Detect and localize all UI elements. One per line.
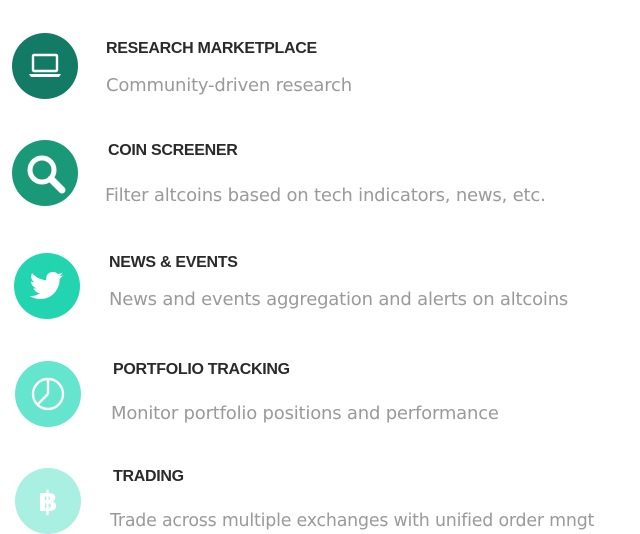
bitcoin-icon: ฿ [38, 485, 57, 518]
trading-icon-badge: ฿ [15, 468, 81, 534]
feature-title: RESEARCH MARKETPLACE [106, 40, 317, 57]
feature-description: Filter altcoins based on tech indicators… [105, 185, 546, 206]
twitter-bird-icon [30, 271, 64, 300]
feature-description: Community-driven research [106, 75, 352, 96]
pie-chart-icon [31, 377, 65, 411]
magnifier-icon [27, 155, 66, 194]
feature-description: News and events aggregation and alerts o… [109, 289, 569, 310]
news-events-icon-badge [14, 253, 80, 319]
feature-title: NEWS & EVENTS [109, 254, 238, 271]
coin-screener-icon-badge [12, 140, 78, 206]
laptop-icon [29, 53, 61, 77]
feature-title: COIN SCREENER [108, 142, 238, 159]
feature-title: TRADING [113, 468, 184, 485]
research-marketplace-icon-badge [12, 33, 78, 99]
feature-description: Trade across multiple exchanges with uni… [110, 511, 595, 531]
svg-text:฿: ฿ [38, 485, 57, 518]
feature-title: PORTFOLIO TRACKING [113, 361, 290, 378]
portfolio-tracking-icon-badge [15, 361, 81, 427]
feature-description: Monitor portfolio positions and performa… [111, 403, 499, 424]
